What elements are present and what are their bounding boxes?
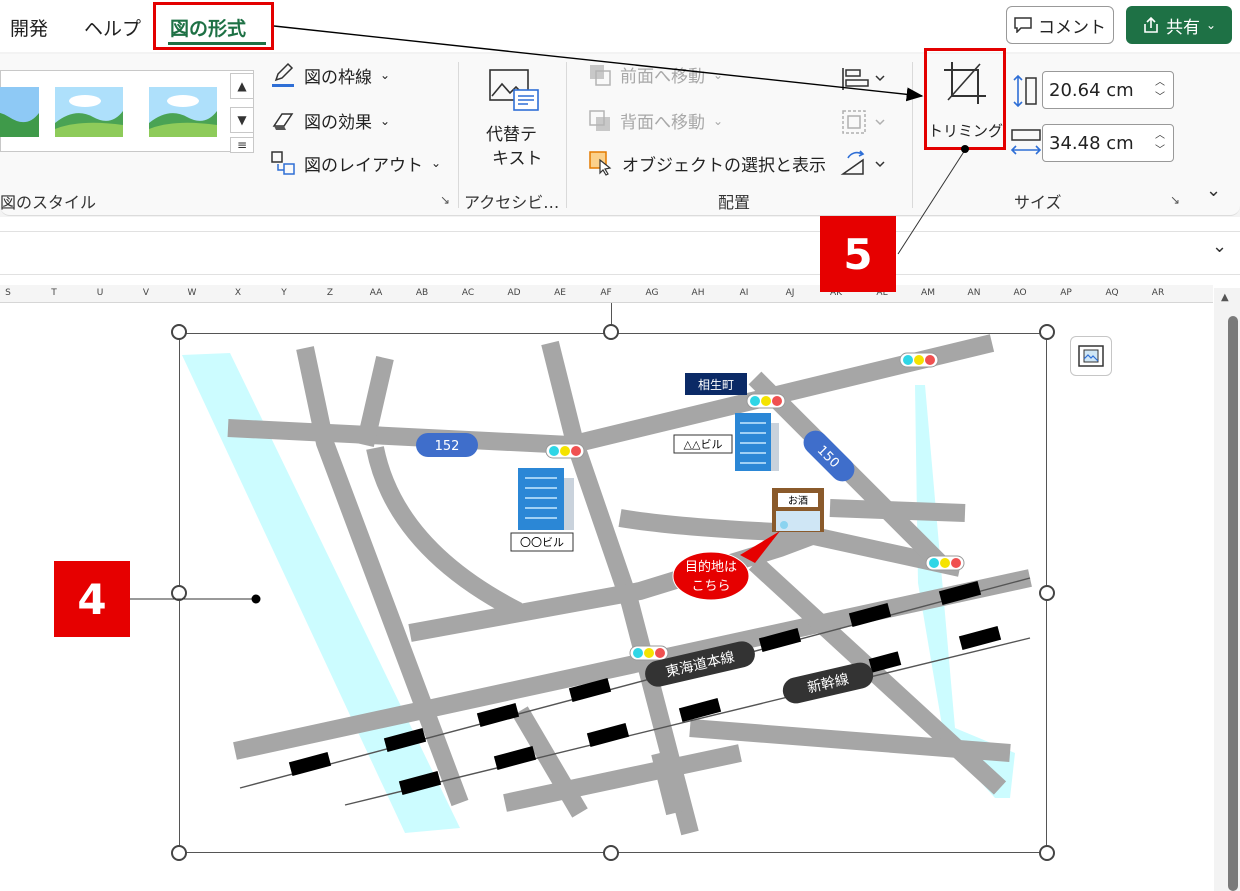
step-4-badge: 4 <box>54 561 130 637</box>
step-5-badge: 5 <box>820 216 896 292</box>
annotation-arrow <box>273 25 924 102</box>
annotation-leader-line <box>897 149 966 255</box>
annotation-dot <box>961 145 969 153</box>
annotation-dot <box>251 594 261 604</box>
annotation-overlay <box>130 25 969 604</box>
